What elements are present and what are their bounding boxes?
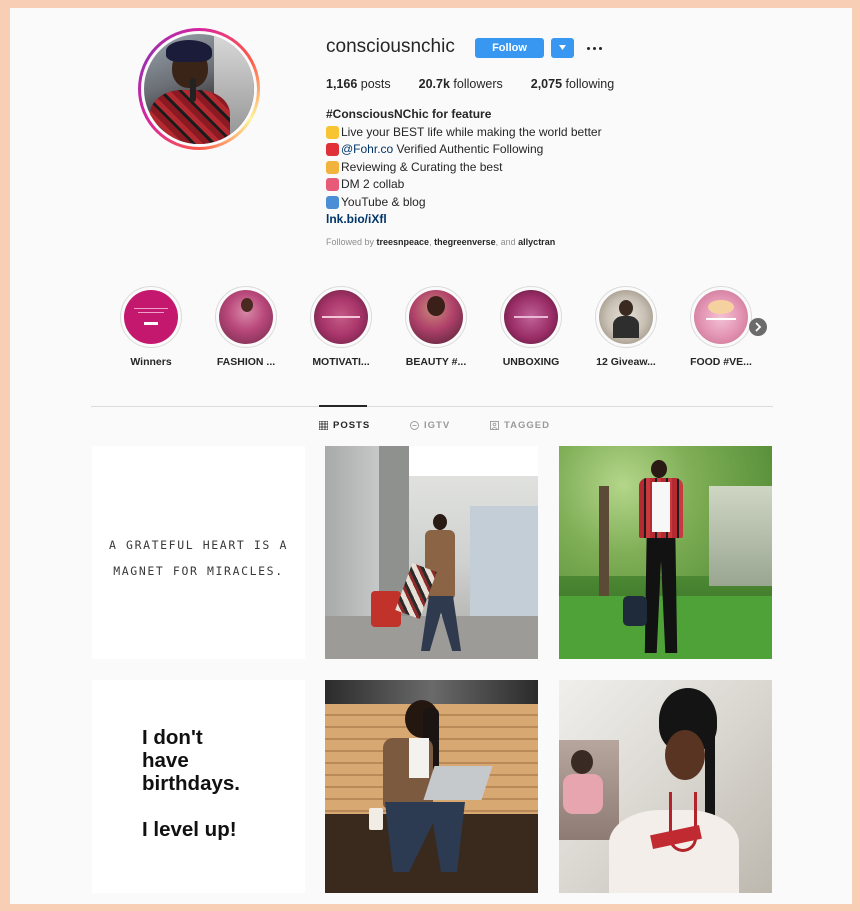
bio-name: #ConsciousNChic for feature [326,107,492,121]
bio-website-link[interactable]: lnk.bio/iXfl [326,211,387,229]
highlight-cover [314,290,368,344]
more-dots-icon [587,47,590,50]
instagram-profile-page: consciousnchic Follow 1,166 posts 20.7k … [10,8,852,904]
post-grateful-heart-quote[interactable]: A GRATEFUL HEART IS A MAGNET FOR MIRACLE… [92,446,305,659]
tab-label: TAGGED [504,420,550,431]
following-count[interactable]: 2,075 following [531,77,614,91]
tab-label: POSTS [333,420,371,431]
active-tab-indicator [319,405,367,407]
highlight-cover [599,290,653,344]
followed-by-user[interactable]: allyctran [518,237,555,247]
raising-hands-emoji-icon [326,125,339,139]
post-park-photo[interactable] [559,446,772,659]
tab-tagged[interactable]: TAGGED [490,420,550,431]
tab-posts[interactable]: POSTS [319,420,370,431]
bio-line: DM 2 collab [341,177,405,191]
followers-count[interactable]: 20.7k followers [419,77,503,91]
highlight-fashion[interactable]: FASHION ... [215,286,277,368]
tagged-user-icon [490,421,499,430]
tab-label: IGTV [424,420,451,431]
bio-line: Verified Authentic Following [393,142,544,156]
followed-by-user[interactable]: thegreenverse [434,237,496,247]
bio-mention-link[interactable]: @Fohr.co [341,141,393,159]
bio-line: Live your BEST life while making the wor… [341,124,602,139]
highlight-beauty[interactable]: BEAUTY #... [405,286,467,368]
bio-line: YouTube & blog [341,194,426,209]
grid-icon [319,421,328,430]
tabs-divider [91,406,773,407]
followed-by-text: Followed by treesnpeace, thegreenverse, … [326,237,556,247]
highlight-label: FOOD #VE... [690,356,752,368]
profile-avatar[interactable] [138,28,260,150]
highlight-unboxing[interactable]: UNBOXING [500,286,562,368]
highlight-motivation[interactable]: MOTIVATI... [310,286,372,368]
more-options-button[interactable] [585,38,605,58]
highlight-cover [219,290,273,344]
post-laptop-bench-photo[interactable] [325,680,538,893]
highlight-label: 12 Giveaw... [596,356,656,368]
profile-bio: #ConsciousNChic for feature Live your BE… [326,106,602,229]
highlight-cover [504,290,558,344]
tab-igtv[interactable]: IGTV [410,420,450,431]
profile-stats: 1,166 posts 20.7k followers 2,075 follow… [326,77,642,91]
followed-by-user[interactable]: treesnpeace [377,237,430,247]
post-portrait-photo[interactable] [559,680,772,893]
highlight-cover [694,290,748,344]
bio-line: Reviewing & Curating the best [341,159,503,174]
heart-letter-emoji-icon [326,178,339,192]
highlight-label: MOTIVATI... [312,356,370,368]
igtv-icon [410,421,419,430]
profile-username: consciousnchic [326,36,455,57]
post-quote-text: A GRATEFUL HEART IS A MAGNET FOR MIRACLE… [109,538,288,578]
down-arrow-emoji-icon [326,195,339,209]
hundred-points-emoji-icon [326,143,339,157]
highlight-winners[interactable]: Winners [120,286,182,368]
post-street-photo[interactable] [325,446,538,659]
chevron-right-icon [755,322,762,332]
highlight-food[interactable]: FOOD #VE... [690,286,752,368]
suggested-accounts-dropdown-button[interactable] [551,38,574,58]
caret-down-icon [559,45,566,50]
highlight-cover [409,290,463,344]
highlight-label: Winners [130,356,172,368]
highlight-label: FASHION ... [216,356,276,368]
highlight-label: UNBOXING [502,356,560,368]
highlight-cover [124,290,178,344]
post-quote-text: I don't have birthdays. I level up! [142,726,240,841]
highlights-next-button[interactable] [749,318,767,336]
follow-button[interactable]: Follow [475,38,544,58]
post-level-up-quote[interactable]: I don't have birthdays. I level up! [92,680,305,893]
posts-count: 1,166 posts [326,77,391,91]
highlight-giveaways[interactable]: 12 Giveaw... [595,286,657,368]
ok-hand-emoji-icon [326,160,339,174]
highlight-label: BEAUTY #... [405,356,467,368]
